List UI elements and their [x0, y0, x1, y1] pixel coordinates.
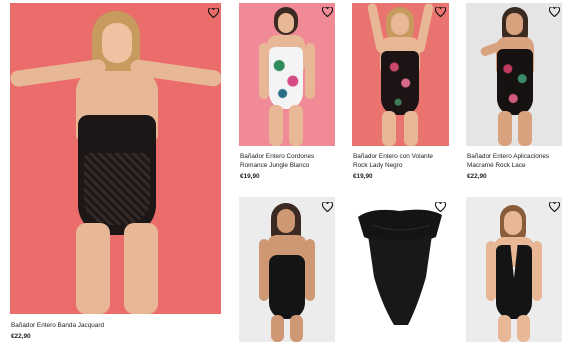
- product-image[interactable]: [239, 197, 335, 342]
- swimsuit-black: [269, 255, 305, 319]
- product-price: €19,90: [353, 173, 373, 180]
- right-leg: [290, 315, 303, 342]
- left-leg: [269, 105, 283, 146]
- product-image[interactable]: [352, 197, 449, 342]
- product-name-line-1[interactable]: Bañador Entero Aplicaciones: [467, 152, 570, 161]
- face: [102, 23, 132, 63]
- product-card-romance-jungle[interactable]: Bañador Entero Cordones Romance Jungle B…: [239, 3, 335, 183]
- product-price: €19,90: [240, 173, 260, 180]
- product-price: €22,90: [11, 333, 31, 340]
- right-arm: [532, 241, 542, 301]
- lace-pattern: [84, 153, 150, 225]
- swimsuit-macrame: [497, 49, 533, 115]
- product-card-banda-jacquard[interactable]: Bañador Entero Banda Jacquard €22,90: [10, 3, 221, 342]
- right-leg: [518, 111, 532, 146]
- left-arm: [259, 239, 269, 301]
- wishlist-heart-icon[interactable]: [321, 201, 333, 213]
- wishlist-heart-icon[interactable]: [548, 201, 560, 213]
- face: [277, 209, 295, 233]
- face: [504, 211, 522, 235]
- product-card-macrame-rock-lace[interactable]: Bañador Entero Aplicaciones Macramé Rock…: [466, 3, 562, 183]
- face: [278, 13, 294, 33]
- wishlist-heart-icon[interactable]: [434, 6, 446, 18]
- product-card-ruffle-bandeau[interactable]: [352, 197, 449, 342]
- product-name-line-2[interactable]: Macramé Rock Lace: [467, 161, 570, 170]
- product-card-black-plunge[interactable]: [466, 197, 562, 342]
- product-image[interactable]: [352, 3, 449, 146]
- wishlist-heart-icon[interactable]: [434, 201, 446, 213]
- product-name-line-1[interactable]: Bañador Entero Cordones: [240, 152, 350, 161]
- product-image[interactable]: [466, 3, 562, 146]
- product-image[interactable]: [466, 197, 562, 342]
- right-leg: [517, 315, 530, 342]
- left-leg: [498, 111, 512, 146]
- wishlist-heart-icon[interactable]: [321, 6, 333, 18]
- right-arm: [305, 239, 315, 301]
- product-price: €22,90: [467, 173, 487, 180]
- left-leg: [271, 315, 284, 342]
- product-name-line-2[interactable]: Romance Jungle Blanco: [240, 161, 350, 170]
- face: [506, 13, 523, 35]
- product-image[interactable]: [10, 3, 221, 314]
- face: [391, 13, 409, 35]
- left-leg: [382, 111, 396, 146]
- product-name-line-2[interactable]: Rock Lady Negro: [353, 161, 463, 170]
- swimsuit-ruffle-shape: [358, 209, 442, 325]
- left-arm: [259, 43, 269, 99]
- right-leg: [289, 105, 303, 146]
- right-leg: [124, 223, 158, 314]
- swimsuit-floral-black: [381, 51, 419, 115]
- product-card-rock-lady[interactable]: Bañador Entero con Volante Rock Lady Neg…: [352, 3, 449, 183]
- left-leg: [76, 223, 110, 314]
- wishlist-heart-icon[interactable]: [548, 6, 560, 18]
- wishlist-heart-icon[interactable]: [207, 7, 219, 19]
- product-name-line-1[interactable]: Bañador Entero con Volante: [353, 152, 463, 161]
- left-leg: [498, 315, 511, 342]
- product-card-black-bandeau[interactable]: [239, 197, 335, 342]
- product-image[interactable]: [239, 3, 335, 146]
- product-name[interactable]: Bañador Entero Banda Jacquard: [11, 321, 221, 330]
- left-arm: [486, 241, 496, 301]
- right-arm: [305, 43, 315, 99]
- right-leg: [404, 111, 418, 146]
- swimsuit-tropical: [269, 47, 303, 109]
